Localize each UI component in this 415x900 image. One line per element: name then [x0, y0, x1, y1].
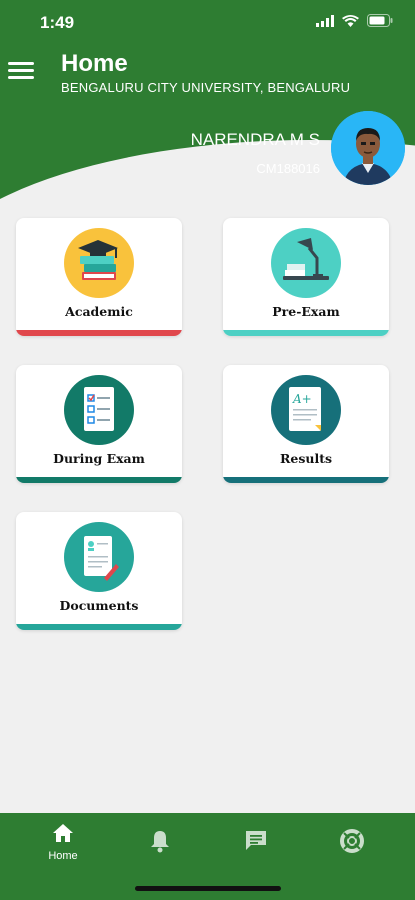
home-indicator [135, 886, 281, 891]
card-pre-exam[interactable]: Pre-Exam [223, 218, 389, 336]
home-icon [53, 824, 73, 842]
card-documents[interactable]: Documents [16, 512, 182, 630]
card-accent-bar [16, 477, 182, 483]
card-accent-bar [223, 330, 389, 336]
page-title: Home [61, 50, 128, 77]
card-accent-bar [16, 330, 182, 336]
card-label: During Exam [53, 451, 145, 466]
chat-icon [246, 831, 266, 850]
status-bar: 1:49 [0, 0, 415, 44]
card-label: Pre-Exam [272, 304, 340, 319]
signal-icon [316, 14, 334, 27]
card-label: Documents [59, 598, 139, 613]
battery-icon [367, 14, 393, 27]
academic-icon-circle [64, 228, 134, 298]
desk-lamp-icon [283, 238, 329, 280]
wifi-icon [342, 14, 359, 27]
nav-home-label: Home [48, 850, 78, 862]
user-name: NARENDRA M S [190, 130, 320, 149]
during-exam-icon-circle [64, 375, 134, 445]
card-label: Academic [65, 304, 133, 319]
documents-icon-circle [64, 522, 134, 592]
bell-icon [151, 831, 169, 853]
nav-support[interactable] [327, 829, 377, 858]
pre-exam-icon-circle [271, 228, 341, 298]
card-academic[interactable]: Academic [16, 218, 182, 336]
graduation-books-icon [78, 240, 118, 280]
card-label: Results [279, 451, 333, 466]
nav-notifications[interactable] [135, 829, 185, 858]
user-id: CM188016 [256, 161, 320, 176]
menu-button[interactable] [8, 58, 36, 84]
card-during-exam[interactable]: During Exam [16, 365, 182, 483]
university-name: BENGALURU CITY UNIVERSITY, BENGALURU [61, 80, 351, 95]
lifebuoy-icon [340, 829, 364, 853]
card-accent-bar [16, 624, 182, 630]
checklist-icon [84, 387, 114, 431]
results-icon-circle: A+ [271, 375, 341, 445]
document-pen-icon [84, 536, 119, 581]
grade-sheet-icon: A+ [289, 387, 321, 431]
svg-text:A+: A+ [292, 392, 312, 406]
nav-messages[interactable] [231, 829, 281, 856]
card-accent-bar [223, 477, 389, 483]
hamburger-icon [8, 62, 34, 65]
status-icons [316, 14, 393, 27]
card-results[interactable]: A+ Results [223, 365, 389, 483]
status-time: 1:49 [40, 13, 75, 32]
profile-photo-icon [331, 111, 405, 185]
avatar[interactable] [331, 111, 405, 185]
nav-home[interactable]: Home [38, 823, 88, 862]
